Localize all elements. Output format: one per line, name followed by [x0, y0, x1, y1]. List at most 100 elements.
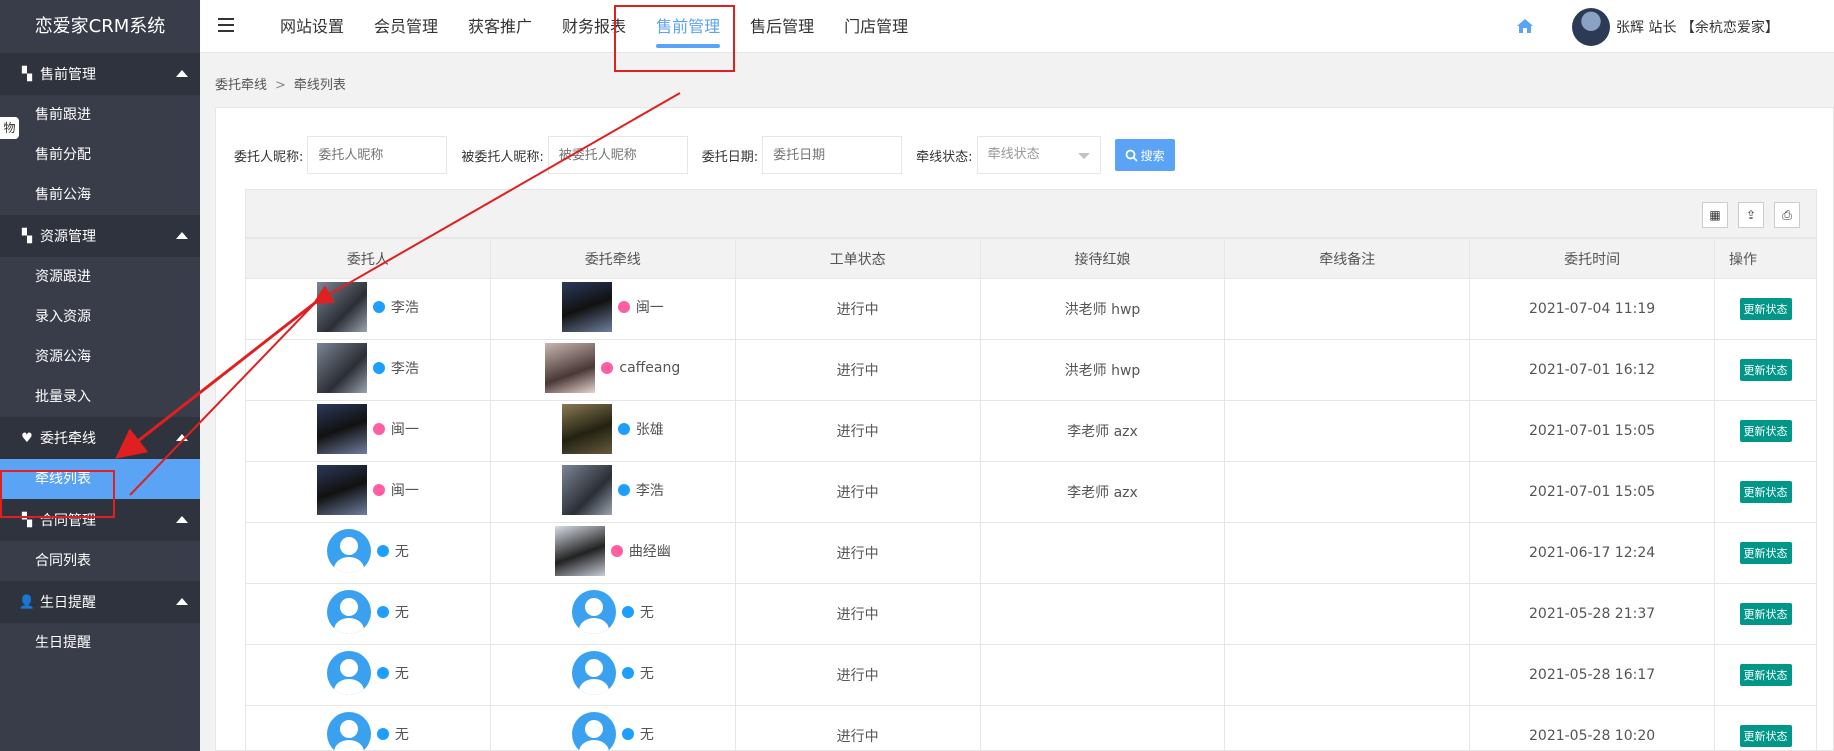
table-row: 李浩 caffeang 进行中 洪老师 hwp 2021-07-01 16:12 更新状态: [245, 339, 1817, 401]
note-cell: [1224, 583, 1471, 645]
person-name: 李浩: [390, 300, 419, 316]
person: 无: [326, 590, 409, 634]
sidebar-group-0[interactable]: ▚ 售前管理: [0, 53, 200, 95]
column-header: 操作: [1714, 238, 1817, 279]
table-row: 无 曲经幽 进行中 2021-06-17 12:24 更新状态: [245, 522, 1817, 584]
sidebar-item[interactable]: 批量录入: [0, 377, 200, 417]
avatar[interactable]: [561, 282, 612, 332]
nav-tab[interactable]: 门店管理: [829, 0, 923, 53]
chevron-up-icon: [176, 598, 188, 605]
export-icon[interactable]: ⇪: [1738, 202, 1764, 228]
user-menu[interactable]: 张辉 站长 【余杭恋爱家】: [1572, 8, 1779, 46]
app-title: 恋爱家CRM系统: [0, 0, 200, 53]
avatar[interactable]: [316, 343, 367, 393]
update-status-button[interactable]: 更新状态: [1739, 420, 1792, 442]
search-form: 委托人昵称: 被委托人昵称: 委托日期: 牵线状态: 牵线状态 搜索: [234, 136, 1175, 174]
update-status-button[interactable]: 更新状态: [1739, 725, 1792, 747]
side-tag[interactable]: 物: [0, 117, 19, 139]
person-cell: 无: [489, 583, 736, 645]
nav-tab[interactable]: 获客推广: [453, 0, 547, 53]
search-button[interactable]: 搜索: [1114, 139, 1175, 171]
person: 无: [326, 529, 409, 573]
sidebar-group-label: 售前管理: [40, 67, 96, 83]
avatar[interactable]: [326, 651, 371, 695]
time-cell: 2021-06-17 12:24: [1469, 522, 1715, 584]
chevron-up-icon: [176, 434, 188, 441]
person: 无: [571, 712, 654, 751]
avatar[interactable]: [561, 465, 612, 515]
matchmaker-cell: [979, 644, 1226, 706]
male-icon: [376, 728, 389, 740]
avatar[interactable]: [326, 529, 371, 573]
sidebar-item[interactable]: 资源公海: [0, 337, 200, 377]
time-cell: 2021-05-28 10:20: [1469, 705, 1715, 751]
update-status-button[interactable]: 更新状态: [1739, 359, 1792, 381]
target-nickname-input[interactable]: [547, 136, 688, 174]
update-status-button[interactable]: 更新状态: [1739, 603, 1792, 625]
print-icon[interactable]: ⎙: [1774, 202, 1800, 228]
table-row: 闽一 张雄 进行中 李老师 azx 2021-07-01 15:05 更新状态: [245, 400, 1817, 462]
breadcrumb-current: 牵线列表: [293, 78, 346, 93]
sidebar-group-2[interactable]: ♥ 委托牵线: [0, 417, 200, 459]
avatar[interactable]: [316, 282, 367, 332]
date-label: 委托日期:: [701, 149, 759, 165]
person-cell: 李浩: [489, 461, 736, 523]
sidebar-item[interactable]: 资源跟进: [0, 257, 200, 297]
update-status-button[interactable]: 更新状态: [1739, 298, 1792, 320]
female-icon: [617, 301, 630, 313]
person-cell: 张雄: [489, 400, 736, 462]
status-select-value: 牵线状态: [987, 147, 1040, 162]
time-cell: 2021-07-01 15:05: [1469, 461, 1715, 523]
avatar[interactable]: [571, 712, 616, 751]
sidebar-item[interactable]: 生日提醒: [0, 623, 200, 663]
avatar[interactable]: [561, 404, 612, 454]
avatar[interactable]: [545, 343, 596, 393]
sidebar-menu: ▚ 售前管理 售前跟进 售前分配 售前公海 ▚ 资源管理 资源跟进 录入资源 资源公海 批量录入 ♥ 委…: [0, 53, 200, 663]
sidebar-item[interactable]: 合同列表: [0, 541, 200, 581]
avatar[interactable]: [316, 465, 367, 515]
columns-filter-icon[interactable]: ▦: [1702, 202, 1728, 228]
breadcrumb-parent[interactable]: 委托牵线: [215, 78, 267, 93]
sidebar-item[interactable]: 售前公海: [0, 175, 200, 215]
avatar[interactable]: [326, 712, 371, 751]
status-select[interactable]: 牵线状态: [976, 136, 1101, 174]
matchmaker-cell: 洪老师 hwp: [979, 339, 1226, 401]
sidebar-item[interactable]: 录入资源: [0, 297, 200, 337]
menu-collapse-icon[interactable]: [218, 18, 234, 34]
update-status-button[interactable]: 更新状态: [1739, 664, 1792, 686]
column-header: 工单状态: [734, 238, 981, 279]
date-input[interactable]: [762, 136, 903, 174]
person-cell: 无: [245, 583, 491, 645]
sidebar-group-4[interactable]: 👤 生日提醒: [0, 581, 200, 623]
male-icon: [617, 423, 630, 435]
status-cell: 进行中: [734, 400, 981, 462]
client-nickname-input[interactable]: [307, 136, 448, 174]
column-header: 接待红娘: [979, 238, 1226, 279]
annotation-box-match-list: [0, 470, 115, 518]
avatar[interactable]: [554, 526, 605, 576]
person-name: 无: [394, 544, 409, 560]
sidebar-item[interactable]: 售前分配: [0, 135, 200, 175]
matchmaker-cell: 洪老师 hwp: [979, 278, 1226, 340]
action-cell: 更新状态: [1714, 583, 1817, 645]
home-icon[interactable]: [1516, 18, 1534, 34]
grid-icon: ▚: [22, 228, 32, 244]
table-row: 闽一 李浩 进行中 李老师 azx 2021-07-01 15:05 更新状态: [245, 461, 1817, 523]
note-cell: [1224, 644, 1471, 706]
update-status-button[interactable]: 更新状态: [1739, 542, 1792, 564]
sidebar-group-1[interactable]: ▚ 资源管理: [0, 215, 200, 257]
client-label: 委托人昵称:: [234, 149, 304, 165]
person-name: 无: [394, 727, 409, 743]
nav-tab[interactable]: 网站设置: [265, 0, 359, 53]
sidebar-item[interactable]: 售前跟进: [0, 95, 200, 135]
status-cell: 进行中: [734, 339, 981, 401]
avatar[interactable]: [326, 590, 371, 634]
update-status-button[interactable]: 更新状态: [1739, 481, 1792, 503]
avatar[interactable]: [571, 590, 616, 634]
avatar[interactable]: [571, 651, 616, 695]
nav-tab[interactable]: 会员管理: [359, 0, 453, 53]
nav-tab[interactable]: 售后管理: [735, 0, 829, 53]
note-cell: [1224, 339, 1471, 401]
avatar[interactable]: [316, 404, 367, 454]
search-button-label: 搜索: [1140, 148, 1165, 163]
